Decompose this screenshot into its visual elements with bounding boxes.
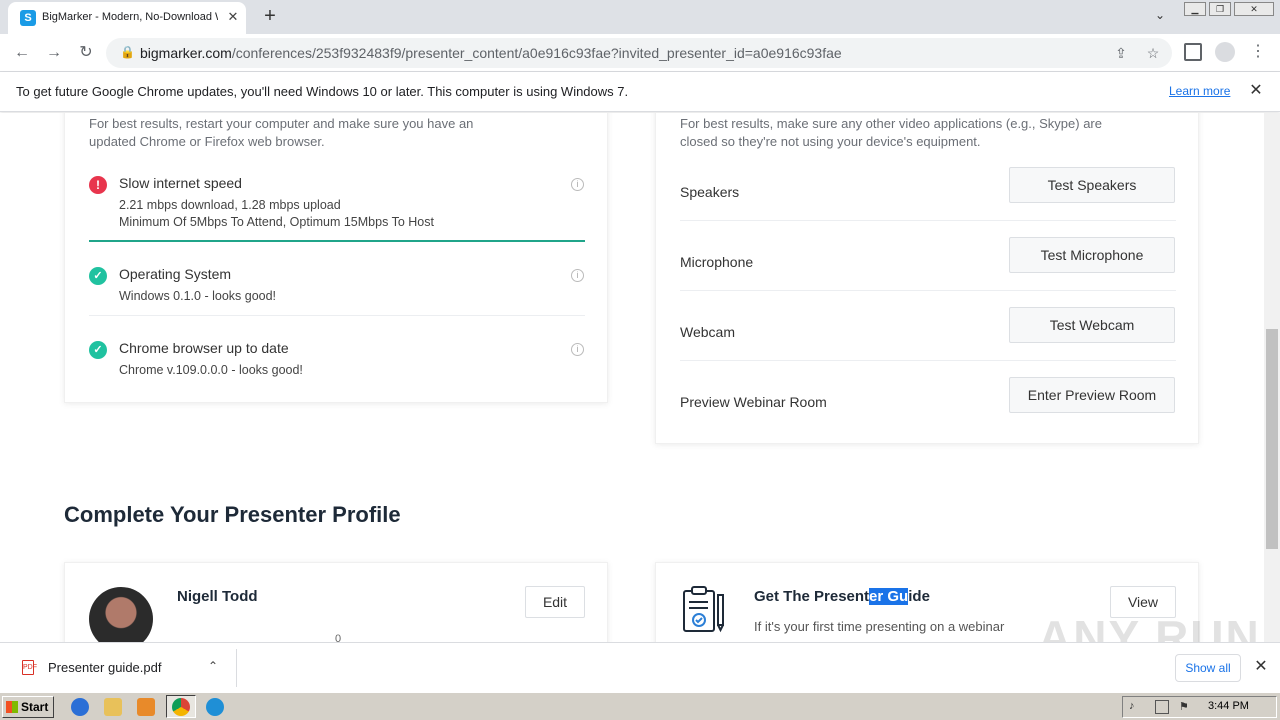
network-icon[interactable] bbox=[1155, 700, 1169, 714]
system-tray: ♪ ⚑ bbox=[1122, 696, 1277, 718]
media-player-icon[interactable] bbox=[137, 698, 155, 716]
download-file-name[interactable]: Presenter guide.pdf bbox=[48, 660, 161, 675]
clipboard-checklist-icon bbox=[683, 586, 724, 633]
new-tab-button[interactable]: + bbox=[258, 5, 282, 29]
download-bar-close-icon[interactable]: ✕ bbox=[1253, 658, 1269, 676]
lock-icon[interactable]: 🔒 bbox=[120, 45, 135, 59]
windows-taskbar: Start ♪ ⚑ 3:44 PM bbox=[0, 692, 1280, 720]
chevron-up-icon[interactable]: ⌃ bbox=[205, 657, 221, 675]
divider bbox=[680, 220, 1176, 221]
guide-description: If it's your first time presenting on a … bbox=[754, 619, 1005, 634]
info-icon[interactable]: i bbox=[571, 343, 584, 356]
url-text[interactable]: bigmarker.com/conferences/253f932483f9/p… bbox=[140, 45, 842, 61]
info-icon[interactable]: i bbox=[571, 269, 584, 282]
enter-preview-room-button[interactable]: Enter Preview Room bbox=[1009, 377, 1175, 413]
learn-more-link[interactable]: Learn more bbox=[1169, 84, 1230, 98]
check-title-os: Operating System bbox=[119, 266, 232, 282]
infobar-close-icon[interactable]: ✕ bbox=[1248, 82, 1264, 100]
browser-tab[interactable]: S BigMarker - Modern, No-Download W ✕ bbox=[8, 2, 246, 34]
presenter-profile-card: Nigell Todd Edit 0 bbox=[64, 562, 608, 642]
download-bar: PDF Presenter guide.pdf ⌃ Show all ✕ bbox=[0, 642, 1280, 692]
device-intro-line1: For best results, make sure any other vi… bbox=[680, 116, 1102, 131]
minimize-window-button[interactable]: ▁ bbox=[1184, 2, 1206, 16]
url-domain: bigmarker.com bbox=[140, 45, 232, 61]
file-explorer-icon[interactable] bbox=[104, 698, 122, 716]
volume-icon[interactable]: ♪ bbox=[1129, 700, 1143, 714]
check-title-chrome: Chrome browser up to date bbox=[119, 340, 289, 356]
divider bbox=[236, 649, 237, 687]
check-detail-internet-2: Minimum Of 5Mbps To Attend, Optimum 15Mb… bbox=[119, 215, 434, 229]
check-title-internet: Slow internet speed bbox=[119, 175, 242, 191]
tab-title: BigMarker - Modern, No-Download W bbox=[42, 11, 218, 23]
check-detail-os: Windows 0.1.0 - looks good! bbox=[119, 289, 277, 303]
scrollbar-thumb[interactable] bbox=[1266, 329, 1278, 549]
page-scrollbar[interactable] bbox=[1264, 113, 1280, 642]
checkmark-icon: ✓ bbox=[89, 267, 107, 285]
restore-window-button[interactable]: ❐ bbox=[1209, 2, 1231, 16]
share-icon[interactable]: ⇪ bbox=[1112, 44, 1130, 62]
browser-toolbar: ← → ↻ 🔒 bigmarker.com/conferences/253f93… bbox=[0, 34, 1280, 72]
system-check-intro-line2: updated Chrome or Firefox web browser. bbox=[89, 134, 325, 149]
device-intro-line2: closed so they're not using your device'… bbox=[680, 134, 981, 149]
chrome-taskbar-button[interactable] bbox=[166, 695, 196, 718]
windows-logo-icon bbox=[6, 701, 18, 713]
side-panel-icon[interactable] bbox=[1184, 43, 1202, 61]
back-arrow-icon[interactable]: ← bbox=[10, 42, 34, 64]
tab-close-icon[interactable]: ✕ bbox=[225, 9, 241, 25]
page-content: For best results, restart your computer … bbox=[0, 113, 1264, 642]
edge-icon[interactable] bbox=[206, 698, 224, 716]
tab-strip: S BigMarker - Modern, No-Download W ✕ + … bbox=[0, 0, 1280, 34]
guide-title: Get The Presenter Guide bbox=[754, 588, 930, 605]
address-bar[interactable]: 🔒 bigmarker.com/conferences/253f932483f9… bbox=[106, 38, 1172, 68]
taskbar-clock[interactable]: 3:44 PM bbox=[1208, 700, 1249, 712]
close-window-button[interactable]: ✕ bbox=[1234, 2, 1274, 16]
divider bbox=[680, 290, 1176, 291]
checkmark-icon: ✓ bbox=[89, 341, 107, 359]
device-label-microphone: Microphone bbox=[680, 254, 754, 270]
chrome-update-infobar: To get future Google Chrome updates, you… bbox=[0, 72, 1280, 112]
reload-icon[interactable]: ↻ bbox=[74, 42, 98, 64]
chrome-icon bbox=[172, 698, 190, 716]
presenter-name: Nigell Todd bbox=[177, 588, 258, 605]
pdf-file-icon: PDF bbox=[22, 660, 37, 675]
divider bbox=[89, 315, 585, 316]
kebab-menu-icon[interactable]: ⋮ bbox=[1250, 43, 1266, 61]
start-button[interactable]: Start bbox=[2, 696, 54, 718]
bigmarker-favicon-icon: S bbox=[20, 10, 36, 26]
show-all-button[interactable]: Show all bbox=[1175, 654, 1241, 682]
forward-arrow-icon[interactable]: → bbox=[42, 42, 66, 64]
device-label-preview-room: Preview Webinar Room bbox=[680, 394, 827, 410]
check-detail-internet-1: 2.21 mbps download, 1.28 mbps upload bbox=[119, 198, 341, 212]
test-microphone-button[interactable]: Test Microphone bbox=[1009, 237, 1175, 273]
test-speakers-button[interactable]: Test Speakers bbox=[1009, 167, 1175, 203]
url-path: /conferences/253f932483f9/presenter_cont… bbox=[231, 45, 842, 61]
action-center-flag-icon[interactable]: ⚑ bbox=[1179, 700, 1193, 714]
divider bbox=[680, 360, 1176, 361]
profile-avatar-icon[interactable] bbox=[1215, 42, 1235, 62]
system-check-intro-line1: For best results, restart your computer … bbox=[89, 116, 474, 131]
edit-profile-button[interactable]: Edit bbox=[525, 586, 585, 618]
device-label-speakers: Speakers bbox=[680, 184, 740, 200]
check-detail-chrome: Chrome v.109.0.0.0 - looks good! bbox=[119, 363, 303, 377]
bookmark-star-icon[interactable]: ☆ bbox=[1144, 44, 1162, 62]
tab-search-chevron-icon[interactable]: ⌄ bbox=[1150, 8, 1170, 26]
error-alert-icon: ! bbox=[89, 176, 107, 194]
infobar-message: To get future Google Chrome updates, you… bbox=[16, 84, 629, 99]
section-title: Complete Your Presenter Profile bbox=[64, 502, 401, 527]
internet-explorer-icon[interactable] bbox=[71, 698, 89, 716]
system-check-card: For best results, restart your computer … bbox=[64, 113, 608, 403]
partial-text: 0 bbox=[335, 633, 342, 642]
info-icon[interactable]: i bbox=[571, 178, 584, 191]
test-webcam-button[interactable]: Test Webcam bbox=[1009, 307, 1175, 343]
device-label-webcam: Webcam bbox=[680, 324, 735, 340]
internet-speed-progress-bar bbox=[89, 240, 585, 242]
device-test-card: For best results, make sure any other vi… bbox=[655, 113, 1199, 444]
presenter-avatar bbox=[89, 587, 153, 642]
start-label: Start bbox=[21, 700, 49, 714]
